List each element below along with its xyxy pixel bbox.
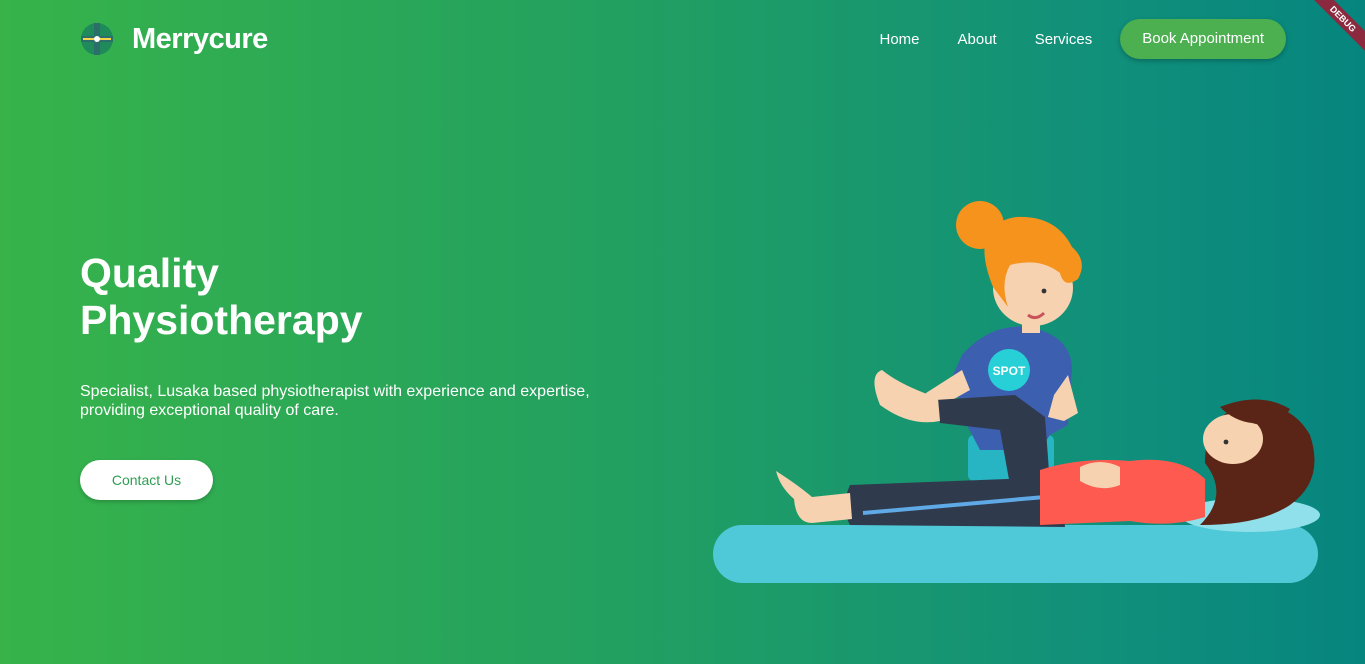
hero-subtitle-line-1: Specialist, Lusaka based physiotherapist…: [80, 383, 590, 400]
debug-label: DEBUG: [1305, 0, 1365, 60]
hero-title: Quality Physiotherapy: [80, 250, 363, 344]
debug-banner: DEBUG: [1305, 0, 1365, 60]
nav-home[interactable]: Home: [879, 31, 919, 48]
hero-title-line-1: Quality: [80, 250, 219, 296]
brand-name: Merrycure: [132, 22, 268, 55]
hero-title-line-2: Physiotherapy: [80, 297, 363, 343]
logo[interactable]: Merrycure: [80, 22, 268, 56]
main-nav: Home About Services Book Appointment: [879, 19, 1286, 59]
physiotherapy-illustration: SPOT: [713, 201, 1320, 583]
nav-services[interactable]: Services: [1035, 31, 1093, 48]
nav-about[interactable]: About: [958, 31, 997, 48]
shirt-badge: SPOT: [993, 364, 1026, 378]
contact-us-button[interactable]: Contact Us: [80, 460, 213, 500]
hero-subtitle: Specialist, Lusaka based physiotherapist…: [80, 382, 640, 420]
logo-cross-icon: [81, 23, 113, 55]
book-appointment-button[interactable]: Book Appointment: [1120, 19, 1286, 59]
hero-subtitle-line-2: providing exceptional quality of care.: [80, 402, 339, 419]
